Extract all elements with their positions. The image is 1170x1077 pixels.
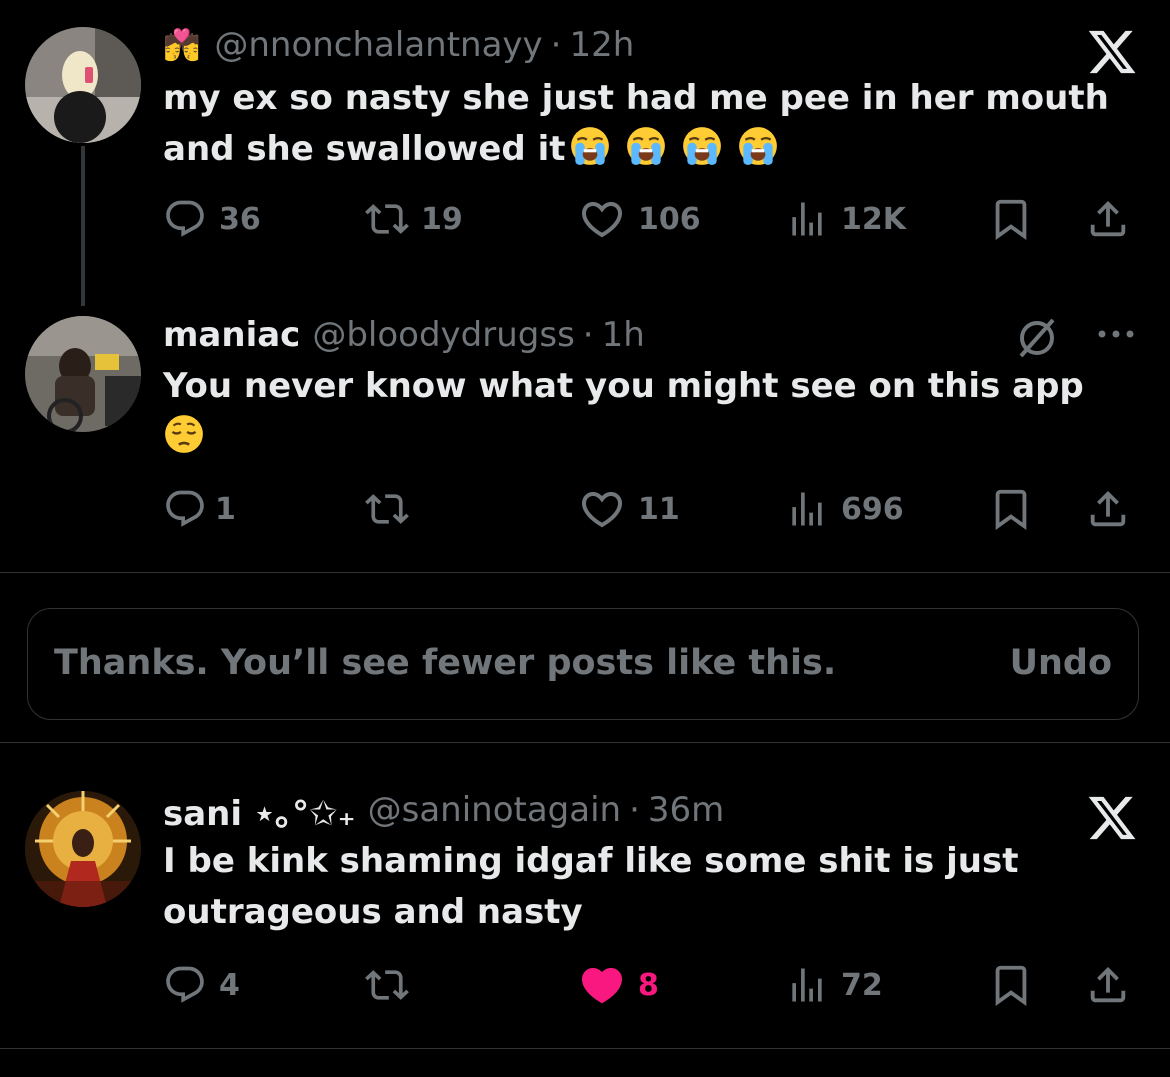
share-button[interactable] bbox=[1085, 961, 1131, 1009]
handle[interactable]: @nnonchalantnayy bbox=[214, 25, 542, 65]
bookmark-button[interactable] bbox=[988, 195, 1034, 243]
repost-icon bbox=[365, 487, 409, 531]
feedback-notice: Thanks. You’ll see fewer posts like this… bbox=[27, 608, 1139, 720]
views-count: 72 bbox=[841, 967, 883, 1003]
repost-icon bbox=[365, 963, 409, 1007]
like-button[interactable]: 8 bbox=[578, 961, 659, 1009]
bookmark-icon bbox=[988, 486, 1034, 532]
repost-button[interactable] bbox=[365, 961, 409, 1009]
divider bbox=[0, 742, 1170, 743]
timestamp[interactable]: 12h bbox=[569, 25, 634, 65]
reply-count: 1 bbox=[215, 491, 236, 527]
display-name[interactable]: maniac bbox=[163, 315, 300, 355]
loudly-crying-face-emoji bbox=[737, 125, 779, 167]
post-header: 💏 @nnonchalantnayy · 12h bbox=[163, 23, 1130, 67]
views-count: 12K bbox=[841, 201, 906, 237]
reply-count: 4 bbox=[219, 967, 240, 1003]
like-count: 8 bbox=[638, 967, 659, 1003]
separator: · bbox=[582, 315, 594, 355]
handle[interactable]: @bloodydrugss bbox=[312, 315, 574, 355]
reply-button[interactable]: 4 bbox=[163, 961, 240, 1009]
thread-line bbox=[81, 146, 85, 306]
grok-icon[interactable] bbox=[1013, 314, 1061, 362]
post-text-content: I be kink shaming idgaf like some shit i… bbox=[163, 841, 1019, 932]
share-icon bbox=[1085, 486, 1131, 532]
divider bbox=[0, 572, 1170, 573]
separator: · bbox=[550, 25, 562, 65]
like-button[interactable]: 11 bbox=[578, 485, 680, 533]
display-name[interactable]: sani ⋆｡°✩₊ bbox=[163, 786, 356, 835]
close-x-icon[interactable] bbox=[1084, 792, 1140, 844]
bookmark-button[interactable] bbox=[988, 485, 1034, 533]
views-button[interactable]: 12K bbox=[785, 195, 906, 243]
loudly-crying-face-emoji bbox=[625, 125, 667, 167]
views-icon bbox=[785, 487, 829, 531]
repost-count: 19 bbox=[421, 201, 463, 237]
share-button[interactable] bbox=[1085, 195, 1131, 243]
action-bar: 4 8 72 bbox=[163, 961, 1138, 1009]
bookmark-button[interactable] bbox=[988, 961, 1034, 1009]
views-button[interactable]: 696 bbox=[785, 485, 904, 533]
reply-button[interactable]: 1 bbox=[163, 485, 236, 533]
action-bar: 36 19 106 12K bbox=[163, 195, 1138, 243]
views-button[interactable]: 72 bbox=[785, 961, 883, 1009]
like-button[interactable]: 106 bbox=[578, 195, 701, 243]
views-icon bbox=[785, 963, 829, 1007]
share-button[interactable] bbox=[1085, 485, 1131, 533]
divider bbox=[0, 1048, 1170, 1049]
avatar[interactable] bbox=[25, 791, 141, 907]
reply-count: 36 bbox=[219, 201, 261, 237]
share-icon bbox=[1085, 962, 1131, 1008]
timestamp[interactable]: 1h bbox=[602, 315, 645, 355]
bookmark-icon bbox=[988, 196, 1034, 242]
like-icon bbox=[578, 195, 626, 243]
handle[interactable]: @saninotagain bbox=[368, 790, 621, 830]
like-icon bbox=[578, 485, 626, 533]
bookmark-icon bbox=[988, 962, 1034, 1008]
post-header: maniac @bloodydrugss · 1h bbox=[163, 313, 1130, 357]
avatar[interactable] bbox=[25, 316, 141, 432]
timestamp[interactable]: 36m bbox=[648, 790, 724, 830]
repost-button[interactable] bbox=[365, 485, 409, 533]
reply-button[interactable]: 36 bbox=[163, 195, 261, 243]
loudly-crying-face-emoji bbox=[681, 125, 723, 167]
reply-icon bbox=[163, 487, 207, 531]
reply-icon bbox=[163, 963, 207, 1007]
repost-button[interactable]: 19 bbox=[365, 195, 463, 243]
share-icon bbox=[1085, 196, 1131, 242]
like-count: 11 bbox=[638, 491, 680, 527]
like-icon-filled bbox=[578, 961, 626, 1009]
post-text: You never know what you might see on thi… bbox=[163, 361, 1110, 463]
more-icon[interactable] bbox=[1094, 324, 1138, 344]
pensive-face-emoji bbox=[163, 413, 205, 455]
separator: · bbox=[629, 790, 640, 830]
post-header: sani ⋆｡°✩₊ @saninotagain · 36m bbox=[163, 786, 1130, 835]
loudly-crying-face-emoji bbox=[569, 125, 611, 167]
notice-text: Thanks. You’ll see fewer posts like this… bbox=[54, 643, 837, 683]
post-text: my ex so nasty she just had me pee in he… bbox=[163, 73, 1110, 175]
close-x-icon[interactable] bbox=[1084, 26, 1140, 78]
repost-icon bbox=[365, 197, 409, 241]
action-bar: 1 11 696 bbox=[163, 485, 1138, 533]
post-text-content: You never know what you might see on thi… bbox=[163, 366, 1084, 406]
display-name-emoji[interactable]: 💏 bbox=[163, 28, 200, 63]
undo-button[interactable]: Undo bbox=[1010, 643, 1112, 683]
views-count: 696 bbox=[841, 491, 904, 527]
post-text: I be kink shaming idgaf like some shit i… bbox=[163, 836, 1043, 938]
like-count: 106 bbox=[638, 201, 701, 237]
reply-icon bbox=[163, 197, 207, 241]
views-icon bbox=[785, 197, 829, 241]
avatar[interactable] bbox=[25, 27, 141, 143]
